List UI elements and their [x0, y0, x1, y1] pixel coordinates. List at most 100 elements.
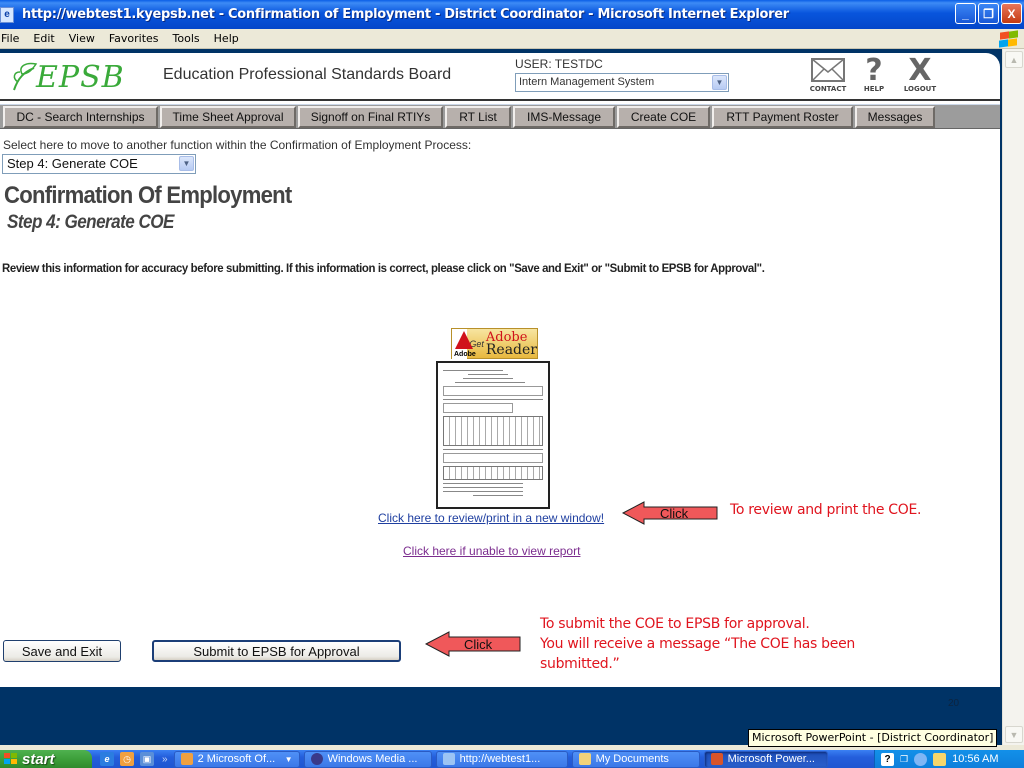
submit-note: To submit the COE to EPSB for approval. … [540, 614, 855, 674]
contact-label: CONTACT [809, 85, 847, 93]
menu-view[interactable]: View [62, 32, 102, 45]
tooltip: Microsoft PowerPoint - [District Coordin… [748, 729, 998, 747]
quick-launch: e ◷ ▣ [100, 752, 154, 766]
taskbar-item[interactable]: My Documents [571, 750, 700, 768]
windows-logo-icon [996, 30, 1018, 48]
scroll-up-button[interactable]: ▲ [1005, 51, 1023, 68]
submit-to-epsb-button[interactable]: Submit to EPSB for Approval [152, 640, 401, 662]
taskbar-item-label: http://webtest1... [459, 753, 541, 765]
window-title-bar[interactable]: e http://webtest1.kyepsb.net - Confirmat… [0, 0, 1024, 29]
chevron-down-icon[interactable]: ▼ [179, 156, 194, 171]
adobe-line2: Reader [485, 341, 537, 358]
envelope-icon [806, 55, 850, 85]
submit-note-line: submitted.” [540, 656, 620, 672]
logout-button[interactable]: X LOGOUT [900, 52, 940, 94]
click-arrow-submit: Click [424, 631, 521, 657]
media-player-icon [310, 753, 323, 765]
coe-document-thumbnail[interactable] [436, 361, 550, 509]
taskbar-item-label: Microsoft Power... [727, 753, 815, 765]
step-select-value: Step 4: Generate COE [7, 156, 138, 171]
tab-ims-message[interactable]: IMS-Message [513, 106, 615, 128]
epsb-logo[interactable]: EPSB [10, 57, 125, 97]
get-adobe-reader-badge[interactable]: Adobe Get Adobe Reader [451, 328, 538, 359]
start-label: start [22, 750, 55, 768]
taskbar-item-label: Windows Media ... [327, 753, 418, 765]
step-select-label: Select here to move to another function … [3, 138, 472, 152]
browser-content: EPSB Education Professional Standards Bo… [0, 49, 1002, 745]
menu-tools[interactable]: Tools [166, 32, 207, 45]
user-label: USER: TESTDC [515, 57, 603, 71]
help-label: HELP [863, 85, 885, 93]
submit-note-line: You will receive a message “The COE has … [540, 636, 855, 652]
submit-note-line: To submit the COE to EPSB for approval. [540, 616, 810, 632]
ie-icon [442, 753, 455, 765]
restore-button[interactable]: ❐ [978, 3, 999, 24]
menu-edit[interactable]: Edit [26, 32, 61, 45]
taskbar-item-label: 2 Microsoft Of... [197, 753, 276, 765]
powerpoint-icon [710, 753, 723, 765]
start-button[interactable]: start [0, 750, 92, 768]
restore-tray-icon[interactable]: ❐ [900, 754, 908, 765]
review-print-link[interactable]: Click here to review/print in a new wind… [378, 511, 604, 525]
help-button[interactable]: ? HELP [860, 52, 888, 94]
vertical-scrollbar[interactable]: ▲ ▼ [1002, 49, 1024, 745]
back-arrow-icon[interactable] [914, 752, 928, 766]
office-icon [180, 753, 193, 765]
close-button[interactable]: X [1001, 3, 1022, 24]
menu-bar: File Edit View Favorites Tools Help [0, 29, 1024, 49]
page-title: Confirmation Of Employment [4, 182, 292, 209]
review-note: To review and print the COE. [730, 502, 922, 518]
desktop-quicklaunch-icon[interactable]: ▣ [140, 752, 154, 766]
system-tray: ? ❐ 10:56 AM [874, 750, 1024, 768]
tab-signoff-final-rtiys[interactable]: Signoff on Final RTIYs [298, 106, 443, 128]
taskbar-item[interactable]: Windows Media ... [303, 750, 432, 768]
quicklaunch-chevron[interactable]: » [162, 754, 168, 765]
minimize-button[interactable]: _ [955, 3, 976, 24]
chevron-down-icon[interactable]: ▼ [712, 75, 727, 90]
web-page: EPSB Education Professional Standards Bo… [0, 53, 1000, 687]
ie-quicklaunch-icon[interactable]: e [100, 752, 114, 766]
arrow-label: Click [660, 506, 689, 521]
outlook-quicklaunch-icon[interactable]: ◷ [120, 752, 134, 766]
unable-to-view-link[interactable]: Click here if unable to view report [403, 544, 580, 558]
tab-dc-search-internships[interactable]: DC - Search Internships [3, 106, 158, 128]
org-name: Education Professional Standards Board [163, 66, 452, 83]
instructions-text: Review this information for accuracy bef… [2, 261, 765, 275]
chevron-down-icon: ▼ [284, 754, 293, 764]
tab-rtt-payment-roster[interactable]: RTT Payment Roster [712, 106, 853, 128]
save-and-exit-button[interactable]: Save and Exit [3, 640, 121, 662]
clock: 10:56 AM [952, 753, 999, 765]
help-tray-icon[interactable]: ? [881, 752, 894, 766]
taskbar-item[interactable]: 2 Microsoft Of... ▼ [173, 750, 300, 768]
logout-label: LOGOUT [903, 85, 937, 93]
ie-page-icon: e [0, 6, 14, 23]
system-select-value: Intern Management System [519, 76, 655, 88]
tab-rt-list[interactable]: RT List [445, 106, 511, 128]
slide-number: 20 [948, 698, 960, 709]
tab-time-sheet-approval[interactable]: Time Sheet Approval [160, 106, 296, 128]
taskbar: start e ◷ ▣ » 2 Microsoft Of... ▼ Window… [0, 750, 1024, 768]
windows-flag-icon [4, 753, 18, 765]
taskbar-item[interactable]: http://webtest1... [435, 750, 568, 768]
menu-help[interactable]: Help [207, 32, 246, 45]
menu-file[interactable]: File [0, 32, 26, 45]
system-select[interactable]: Intern Management System ▼ [515, 73, 729, 92]
window-title: http://webtest1.kyepsb.net - Confirmatio… [22, 7, 789, 22]
contact-button[interactable]: CONTACT [806, 55, 850, 93]
x-icon: X [908, 52, 932, 88]
nav-tabs: DC - Search Internships Time Sheet Appro… [0, 104, 1000, 129]
site-header: EPSB Education Professional Standards Bo… [0, 53, 1000, 101]
logo-text: EPSB [36, 59, 125, 95]
tab-messages[interactable]: Messages [855, 106, 935, 128]
mail-icon[interactable] [933, 752, 947, 766]
adobe-logo-icon: Adobe [452, 328, 476, 359]
step-select[interactable]: Step 4: Generate COE ▼ [2, 154, 196, 174]
tab-create-coe[interactable]: Create COE [617, 106, 710, 128]
page-subtitle: Step 4: Generate COE [7, 212, 174, 233]
taskbar-item[interactable]: Microsoft Power... [703, 750, 828, 768]
scroll-down-button[interactable]: ▼ [1005, 726, 1023, 743]
menu-favorites[interactable]: Favorites [102, 32, 166, 45]
adobe-brand: Adobe [454, 350, 476, 358]
folder-icon [578, 753, 591, 765]
question-mark-icon: ? [865, 52, 883, 88]
